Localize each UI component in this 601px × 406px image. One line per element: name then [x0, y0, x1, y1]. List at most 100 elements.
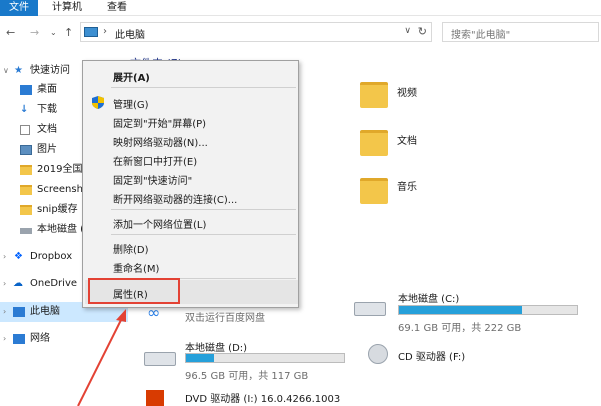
menu-item-disconnect-drive[interactable]: 断开网络驱动器的连接(C)...: [113, 191, 237, 206]
search-input[interactable]: 搜索"此电脑": [442, 22, 599, 42]
folder-icon: [20, 185, 32, 195]
menu-item-rename[interactable]: 重命名(M): [113, 260, 159, 275]
menu-item-pin-quick-access[interactable]: 固定到"快速访问": [113, 172, 192, 187]
nav-item-snip-cache[interactable]: snip缓存: [0, 201, 90, 219]
nav-item-documents[interactable]: 文档: [0, 121, 90, 139]
baidu-subtitle: 双击运行百度网盘: [185, 313, 265, 324]
nav-item-local-disk[interactable]: 本地磁盘 (: [0, 221, 90, 239]
nav-item-screenshots[interactable]: Screensho: [0, 181, 90, 199]
drive-usage-fill: [399, 306, 522, 314]
nav-label: 文档: [37, 124, 57, 135]
drive-icon: [20, 228, 32, 234]
desktop-icon: [20, 85, 32, 95]
menu-separator: [111, 234, 296, 235]
nav-dropbox[interactable]: › ❖ Dropbox: [0, 248, 90, 266]
drive-usage-bar: [185, 353, 345, 363]
nav-label: 下载: [37, 104, 57, 115]
nav-label: 2019全国:: [37, 164, 86, 175]
folder-icon: [20, 165, 32, 175]
computer-icon: [13, 307, 25, 317]
back-arrow-icon[interactable]: ←: [6, 26, 15, 39]
context-menu: 展开(A) 管理(G) 固定到"开始"屏幕(P) 映射网络驱动器(N)... 在…: [82, 60, 299, 308]
nav-label: 网络: [30, 333, 50, 344]
menu-item-open-new-window[interactable]: 在新窗口中打开(E): [113, 153, 197, 168]
drive-free-space: 96.5 GB 可用，共 117 GB: [185, 371, 309, 382]
chevron-right-icon[interactable]: ›: [3, 303, 6, 321]
recent-chevron-down-icon[interactable]: ⌄: [50, 28, 57, 37]
nav-network[interactable]: › 网络: [0, 330, 90, 348]
menu-item-expand[interactable]: 展开(A): [113, 69, 150, 84]
menu-item-add-network-location[interactable]: 添加一个网络位置(L): [113, 216, 206, 231]
nav-quick-access[interactable]: ∨ ★ 快速访问: [0, 62, 90, 80]
chevron-right-icon[interactable]: ›: [3, 248, 6, 266]
nav-item-pictures[interactable]: 图片: [0, 141, 90, 159]
search-placeholder: 搜索"此电脑": [451, 30, 511, 41]
cd-drive-f[interactable]: CD 驱动器 (F:): [366, 342, 586, 372]
document-icon: [20, 125, 30, 135]
nav-item-desktop[interactable]: 桌面: [0, 81, 90, 99]
nav-label: OneDrive: [30, 278, 78, 289]
ribbon-tabs: 文件 计算机 查看: [0, 0, 601, 16]
music-folder-icon: [360, 178, 388, 204]
menu-separator: [111, 209, 296, 210]
refresh-icon[interactable]: ↻: [418, 25, 427, 38]
nav-label: 本地磁盘 (: [37, 224, 85, 235]
nav-label: snip缓存: [37, 204, 78, 215]
dvd-drive-i[interactable]: DVD 驱动器 (I:) 16.0.4266.1003: [140, 386, 380, 406]
download-arrow-icon: ↓: [20, 104, 29, 115]
uac-shield-icon: [92, 96, 104, 109]
nav-label: 图片: [37, 144, 57, 155]
drive-name: 本地磁盘 (C:): [398, 294, 460, 305]
breadcrumb-this-pc[interactable]: 此电脑: [115, 26, 145, 41]
drive-name: DVD 驱动器 (I:) 16.0.4266.1003: [185, 394, 341, 405]
drive-free-space: 69.1 GB 可用，共 222 GB: [398, 323, 522, 334]
network-icon: [13, 334, 25, 344]
computer-icon: [84, 27, 98, 37]
nav-item-downloads[interactable]: ↓ 下载: [0, 101, 90, 119]
office-icon: [146, 390, 164, 406]
chevron-right-icon[interactable]: ›: [3, 330, 6, 348]
forward-arrow-icon[interactable]: →: [30, 26, 39, 39]
menu-separator: [111, 87, 296, 88]
folder-videos[interactable]: 视频: [360, 80, 460, 114]
menu-item-map-drive[interactable]: 映射网络驱动器(N)...: [113, 134, 208, 149]
tab-view[interactable]: 查看: [100, 0, 134, 16]
star-icon: ★: [14, 65, 23, 76]
drive-usage-fill: [186, 354, 215, 362]
video-folder-icon: [360, 82, 388, 108]
documents-folder-icon: [360, 130, 388, 156]
drive-usage-bar: [398, 305, 578, 315]
drive-icon: [144, 352, 176, 366]
menu-item-manage[interactable]: 管理(G): [113, 96, 149, 111]
annotation-highlight-box: [88, 278, 180, 304]
windows-drive-icon: [354, 302, 386, 316]
nav-label: 此电脑: [30, 306, 60, 317]
dropbox-icon: ❖: [14, 251, 23, 262]
tab-computer[interactable]: 计算机: [47, 0, 87, 16]
chevron-down-icon[interactable]: ∨: [3, 62, 9, 80]
up-arrow-icon[interactable]: ↑: [64, 26, 73, 39]
nav-label: 快速访问: [30, 65, 70, 76]
menu-item-delete[interactable]: 删除(D): [113, 241, 149, 256]
chevron-down-icon[interactable]: ∨: [404, 26, 411, 36]
folder-documents[interactable]: 文档: [360, 128, 460, 162]
nav-label: Dropbox: [30, 251, 73, 262]
drive-name: CD 驱动器 (F:): [398, 352, 466, 363]
chevron-right-icon[interactable]: ›: [3, 275, 6, 293]
nav-label: 桌面: [37, 84, 57, 95]
address-bar[interactable]: › 此电脑 ∨ ↻: [80, 22, 432, 42]
tab-file[interactable]: 文件: [0, 0, 38, 16]
drive-name: 本地磁盘 (D:): [185, 343, 248, 354]
drive-d[interactable]: 本地磁盘 (D:) 96.5 GB 可用，共 117 GB: [140, 336, 350, 382]
cloud-icon: ☁: [13, 278, 23, 289]
folder-label: 音乐: [397, 182, 417, 193]
menu-item-pin-start[interactable]: 固定到"开始"屏幕(P): [113, 115, 206, 130]
drive-c[interactable]: 本地磁盘 (C:) 69.1 GB 可用，共 222 GB: [352, 288, 592, 334]
breadcrumb-separator: ›: [103, 26, 107, 37]
nav-onedrive[interactable]: › ☁ OneDrive: [0, 275, 90, 293]
folder-music[interactable]: 音乐: [360, 176, 460, 210]
folder-label: 视频: [397, 88, 417, 99]
picture-icon: [20, 145, 32, 155]
nav-item-folder-2019[interactable]: 2019全国:: [0, 161, 90, 179]
folder-icon: [20, 205, 32, 215]
